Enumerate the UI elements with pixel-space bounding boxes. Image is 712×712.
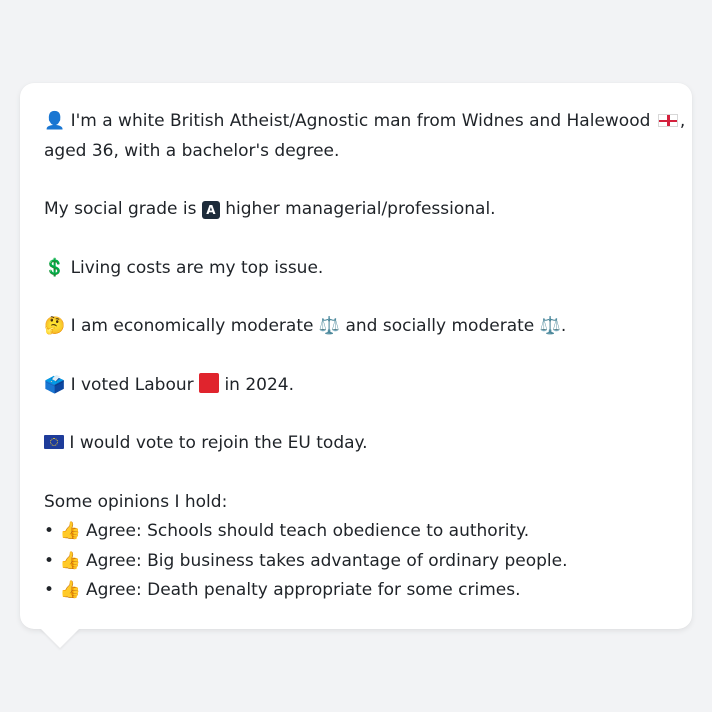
- intro-text: I'm a white British Atheist/Agnostic man…: [70, 111, 651, 131]
- intro-line: 👤 I'm a white British Atheist/Agnostic m…: [44, 107, 685, 137]
- social-grade-suffix: higher managerial/professional.: [225, 199, 496, 219]
- ideology-line: 🤔 I am economically moderate ⚖️ and soci…: [44, 312, 668, 342]
- opinion-item: • 👍 Agree: Schools should teach obedienc…: [44, 517, 668, 547]
- econ-end: .: [560, 316, 567, 336]
- opinion-text: Agree: Big business takes advantage of o…: [86, 550, 568, 571]
- grade-a-icon: A: [201, 201, 220, 219]
- dollar-icon: 💲: [44, 257, 66, 278]
- intro-line-2: aged 36, with a bachelor's degree.: [44, 140, 340, 161]
- opinion-text: Agree: Death penalty appropriate for som…: [86, 580, 521, 600]
- bullet: •: [44, 580, 55, 600]
- top-issue-line: 💲 Living costs are my top issue.: [44, 254, 668, 284]
- vote-suffix: in 2024.: [224, 374, 295, 395]
- bubble-tail: [40, 628, 80, 648]
- thumbs-up-icon: 👍: [59, 521, 81, 541]
- opinion-text: Agree: Schools should teach obedience to…: [86, 521, 530, 541]
- eu-flag-icon: [44, 435, 64, 449]
- opinion-item: • 👍 Agree: Big business takes advantage …: [44, 547, 668, 577]
- scales-icon: ⚖️: [539, 316, 561, 336]
- eu-stance-text: I would vote to rejoin the EU today.: [69, 433, 368, 453]
- thumbs-up-icon: 👍: [59, 550, 81, 571]
- opinions-heading: Some opinions I hold:: [44, 491, 228, 512]
- social-grade-line: My social grade is A higher managerial/p…: [44, 195, 668, 225]
- person-icon: 👤: [44, 111, 66, 131]
- eu-line: I would vote to rejoin the EU today.: [44, 429, 668, 459]
- intro-comma: ,: [679, 111, 686, 131]
- top-issue-text: Living costs are my top issue.: [70, 257, 324, 278]
- opinion-item: • 👍 Agree: Death penalty appropriate for…: [44, 576, 668, 606]
- econ-middle: and socially moderate: [345, 316, 535, 336]
- ballot-box-icon: 🗳️: [44, 374, 66, 395]
- vote-line: 🗳️ I voted Labour in 2024.: [44, 371, 668, 401]
- social-grade-prefix: My social grade is: [44, 199, 197, 219]
- profile-message-bubble: 👤 I'm a white British Atheist/Agnostic m…: [20, 83, 692, 629]
- thinking-face-icon: 🤔: [44, 316, 66, 336]
- econ-prefix: I am economically moderate: [70, 316, 314, 336]
- scales-icon: ⚖️: [318, 316, 341, 336]
- bullet: •: [44, 550, 55, 571]
- labour-red-square-icon: [199, 372, 220, 393]
- england-flag-icon: [657, 114, 678, 127]
- thumbs-up-icon: 👍: [59, 580, 81, 600]
- bullet: •: [44, 521, 55, 541]
- vote-prefix: I voted Labour: [70, 374, 194, 395]
